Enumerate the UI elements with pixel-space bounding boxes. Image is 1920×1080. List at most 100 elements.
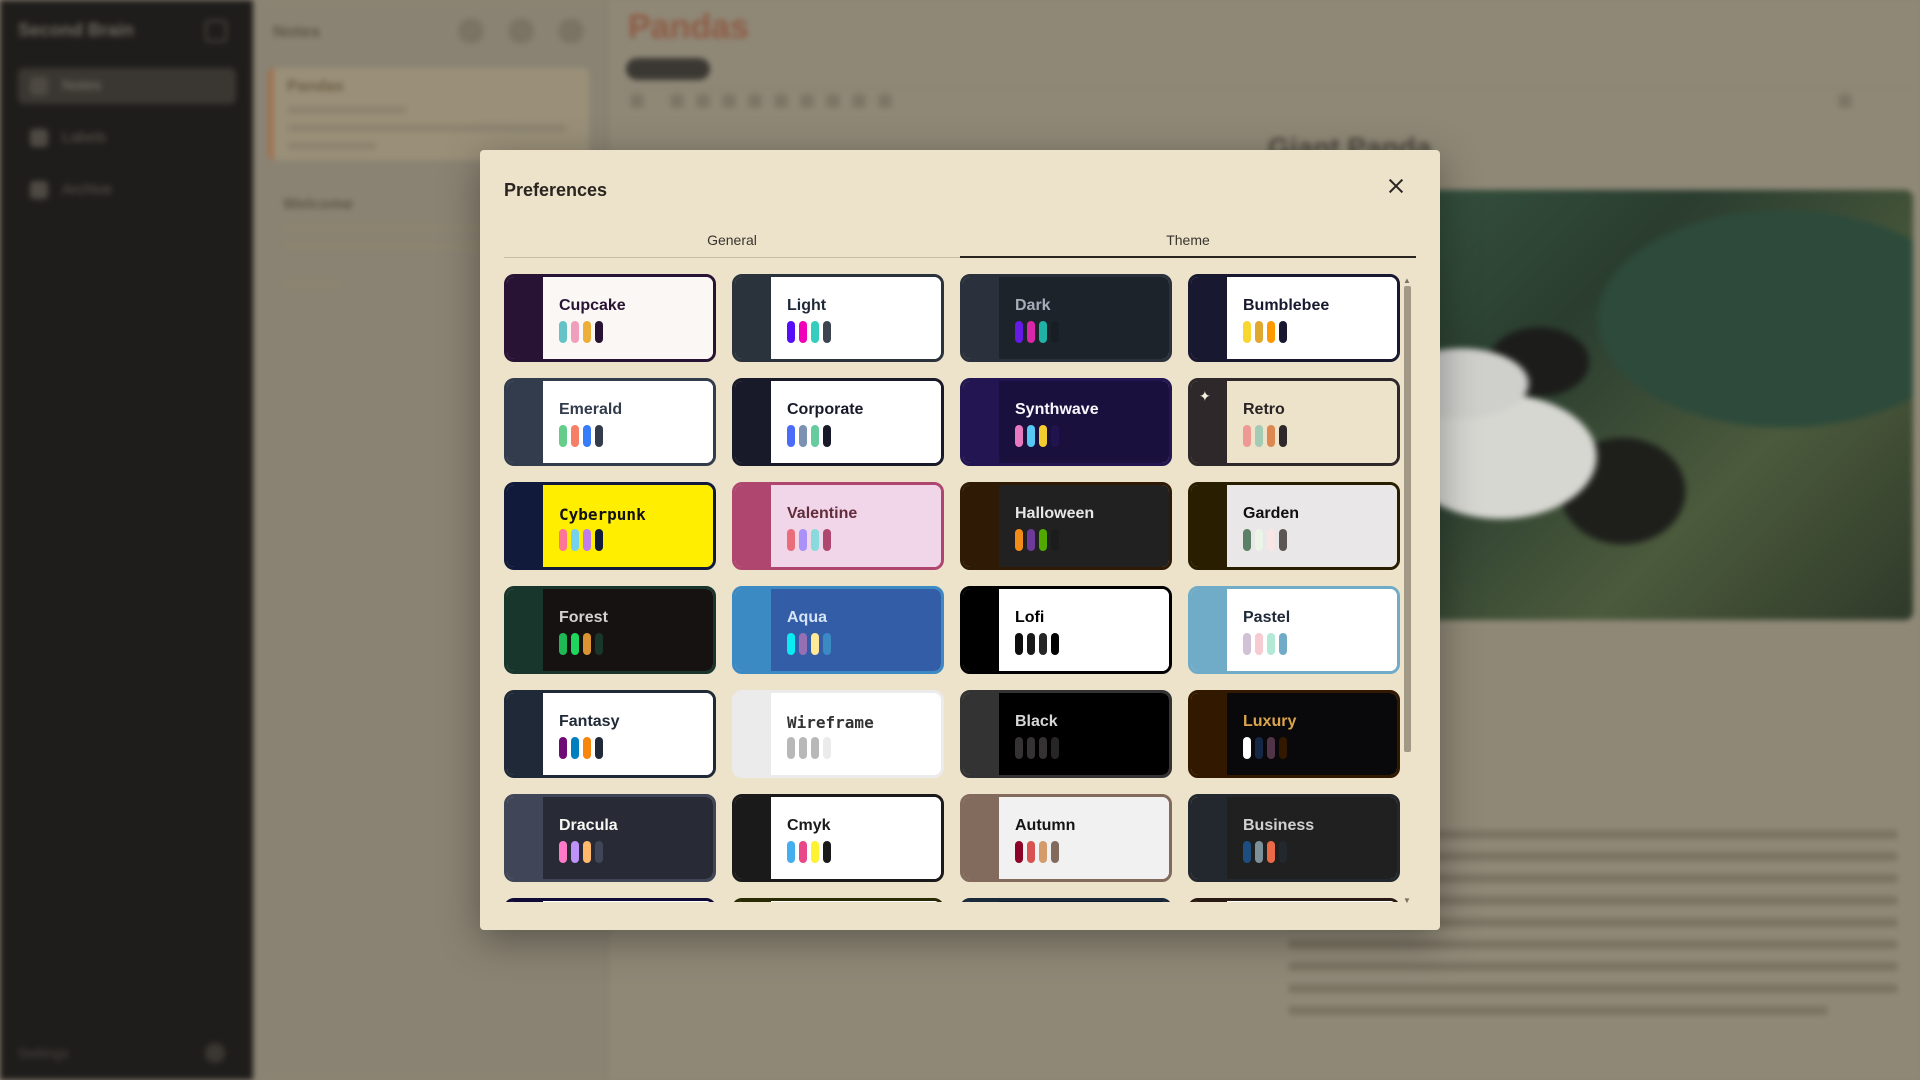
color-swatch	[1015, 321, 1023, 343]
theme-card[interactable]: Pastel	[1188, 586, 1400, 674]
scrollbar[interactable]: ▲ ▼	[1402, 276, 1412, 906]
theme-name: Aqua	[787, 609, 827, 626]
theme-strip	[963, 901, 999, 902]
theme-card[interactable]: Bumblebee	[1188, 274, 1400, 362]
sort-icon[interactable]	[458, 18, 484, 44]
sidebar-item-labels[interactable]: Labels	[18, 120, 236, 156]
color-swatch	[1255, 425, 1263, 447]
color-swatch	[799, 737, 807, 759]
list-item[interactable]: Pandas	[269, 68, 589, 160]
image-icon[interactable]	[852, 94, 866, 108]
scroll-down-icon[interactable]: ▼	[1403, 896, 1411, 905]
theme-card[interactable]: Dracula	[504, 794, 716, 882]
theme-strip	[735, 797, 771, 879]
color-swatch	[571, 633, 579, 655]
theme-card[interactable]: Garden	[1188, 482, 1400, 570]
color-swatch	[1051, 529, 1059, 551]
code-icon[interactable]	[800, 94, 814, 108]
paragraph-line	[1288, 984, 1898, 993]
theme-card[interactable]: Business	[1188, 794, 1400, 882]
color-swatch	[571, 529, 579, 551]
color-swatch	[1039, 321, 1047, 343]
theme-card[interactable]: Emerald	[504, 378, 716, 466]
undo-icon[interactable]	[630, 94, 644, 108]
theme-swatches	[559, 841, 603, 863]
theme-card[interactable]: Lofi	[960, 586, 1172, 674]
color-swatch	[595, 841, 603, 863]
heading-icon[interactable]	[722, 94, 736, 108]
theme-name: Pastel	[1243, 609, 1291, 626]
theme-swatches	[1243, 425, 1287, 447]
sidebar-item-notes[interactable]: Notes	[18, 68, 236, 104]
color-swatch	[811, 633, 819, 655]
note-icon	[30, 77, 48, 95]
color-swatch	[799, 841, 807, 863]
theme-name: Garden	[1243, 505, 1300, 522]
theme-card[interactable]: Autumn	[960, 794, 1172, 882]
theme-strip	[507, 901, 543, 902]
theme-card[interactable]: Light	[732, 274, 944, 362]
tab-general[interactable]: General	[504, 228, 960, 258]
theme-card[interactable]: Halloween	[960, 482, 1172, 570]
theme-card[interactable]	[504, 898, 716, 902]
theme-swatches	[1015, 737, 1059, 759]
theme-swatches	[1015, 321, 1059, 343]
note-editor-title[interactable]: Pandas	[628, 8, 749, 47]
theme-strip	[507, 277, 543, 359]
theme-card[interactable]: Wireframe	[732, 690, 944, 778]
theme-card[interactable]	[960, 898, 1172, 902]
theme-swatches	[787, 425, 831, 447]
list-icon[interactable]	[748, 94, 762, 108]
theme-swatches	[559, 633, 603, 655]
theme-name: Black	[1015, 713, 1058, 730]
theme-swatches	[1243, 633, 1287, 655]
help-icon[interactable]	[205, 1043, 225, 1063]
scrollbar-thumb[interactable]	[1404, 286, 1411, 752]
note-snippet	[287, 124, 567, 132]
link-icon[interactable]	[826, 94, 840, 108]
theme-card[interactable]	[1188, 898, 1400, 902]
sidebar-item-label: Archive	[62, 181, 113, 198]
theme-strip	[507, 589, 543, 671]
color-swatch	[1039, 529, 1047, 551]
theme-card[interactable]: Dark	[960, 274, 1172, 362]
close-icon[interactable]	[1380, 170, 1412, 202]
color-swatch	[595, 529, 603, 551]
theme-card[interactable]: Black	[960, 690, 1172, 778]
theme-card[interactable]: Luxury	[1188, 690, 1400, 778]
color-swatch	[559, 633, 567, 655]
tab-bar: General Theme	[504, 228, 1416, 258]
theme-card[interactable]: Cmyk	[732, 794, 944, 882]
theme-card[interactable]	[732, 898, 944, 902]
more-icon[interactable]	[1838, 94, 1852, 108]
theme-card[interactable]: Cupcake	[504, 274, 716, 362]
scroll-up-icon[interactable]: ▲	[1403, 276, 1411, 285]
new-note-icon[interactable]	[558, 18, 584, 44]
theme-swatches	[559, 425, 603, 447]
sidebar-item-archive[interactable]: Archive	[18, 172, 236, 208]
theme-card[interactable]: Synthwave	[960, 378, 1172, 466]
settings-link[interactable]: Settings	[18, 1045, 69, 1061]
theme-name: Cyberpunk	[559, 505, 646, 524]
theme-preview	[543, 277, 713, 359]
sidebar-toggle-icon[interactable]	[205, 20, 227, 42]
color-swatch	[823, 529, 831, 551]
table-icon[interactable]	[878, 94, 892, 108]
search-icon[interactable]	[508, 18, 534, 44]
bold-icon[interactable]	[670, 94, 684, 108]
theme-card[interactable]: Cyberpunk	[504, 482, 716, 570]
note-tag[interactable]	[626, 58, 710, 80]
theme-card[interactable]: Fantasy	[504, 690, 716, 778]
italic-icon[interactable]	[696, 94, 710, 108]
theme-card[interactable]: Valentine	[732, 482, 944, 570]
theme-card[interactable]: Aqua	[732, 586, 944, 674]
color-swatch	[1027, 529, 1035, 551]
color-swatch	[787, 737, 795, 759]
color-swatch	[571, 841, 579, 863]
theme-card[interactable]: Corporate	[732, 378, 944, 466]
theme-card[interactable]: Forest	[504, 586, 716, 674]
color-swatch	[1027, 321, 1035, 343]
quote-icon[interactable]	[774, 94, 788, 108]
tab-theme[interactable]: Theme	[960, 228, 1416, 258]
theme-card[interactable]: ✦ Retro	[1188, 378, 1400, 466]
